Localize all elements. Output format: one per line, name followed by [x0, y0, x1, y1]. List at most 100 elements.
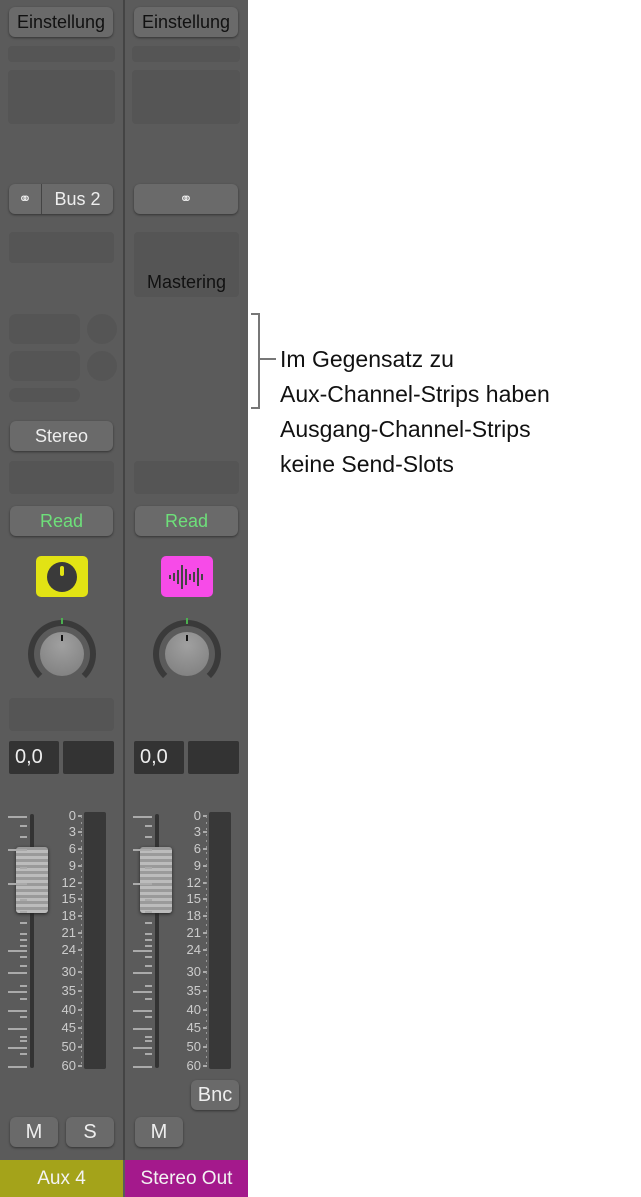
fader-tick	[20, 1053, 27, 1055]
mute-button[interactable]: M	[10, 1117, 58, 1147]
group-slot[interactable]	[9, 461, 114, 494]
fader-tick	[145, 899, 152, 901]
meter-dot	[206, 858, 207, 860]
meter-dot	[81, 990, 82, 992]
peak-display[interactable]	[188, 741, 239, 774]
fader-tick	[133, 883, 152, 885]
meter-dot	[206, 942, 207, 944]
meter-scale-label: 18	[186, 908, 201, 923]
fader-tick	[8, 849, 27, 851]
meter-dot	[206, 990, 207, 992]
fader-tick	[20, 998, 27, 1000]
bounce-button[interactable]: Bnc	[191, 1080, 239, 1110]
mute-button[interactable]: M	[135, 1117, 183, 1147]
fader-tick	[145, 965, 152, 967]
meter-tick	[203, 1046, 207, 1048]
meter-dot	[81, 1032, 82, 1034]
meter-dot	[206, 822, 207, 824]
meter-scale-label: 30	[186, 964, 201, 979]
meter-dot	[206, 954, 207, 956]
midi-fx-slot[interactable]	[8, 70, 115, 124]
meter-tick	[78, 915, 82, 917]
solo-button[interactable]: S	[66, 1117, 114, 1147]
fader-tick	[20, 1040, 27, 1042]
pan-knob[interactable]	[28, 618, 96, 688]
meter-dot	[81, 930, 82, 932]
meter-dot	[206, 882, 207, 884]
meter-scale-label: 21	[186, 925, 201, 940]
meter-tick	[78, 932, 82, 934]
meter-dot	[206, 870, 207, 872]
pan-knob[interactable]	[153, 618, 221, 688]
input-button[interactable]: ⚭ Bus 2	[9, 184, 113, 214]
send-slot-3[interactable]	[9, 388, 80, 402]
meter-tick	[203, 915, 207, 917]
meter-dot	[206, 828, 207, 830]
peak-display[interactable]	[63, 741, 114, 774]
setting-button[interactable]: Einstellung	[134, 7, 238, 37]
meter-dot	[206, 978, 207, 980]
meter-dot	[81, 834, 82, 836]
fader-tick	[145, 933, 152, 935]
meter-dot	[81, 882, 82, 884]
meter-scale-label: 6	[193, 841, 201, 856]
meter-dot	[206, 972, 207, 974]
output-button[interactable]: Stereo	[10, 421, 113, 451]
fader-tick	[145, 998, 152, 1000]
insert-slot-mastering[interactable]: Mastering	[134, 232, 239, 297]
stereo-link-icon[interactable]: ⚭	[134, 184, 238, 214]
volume-display[interactable]: 0,0	[134, 741, 184, 774]
eq-slot[interactable]	[132, 46, 240, 62]
meter-dot	[206, 894, 207, 896]
send-slot-2[interactable]	[9, 351, 80, 381]
fader-tick	[20, 985, 27, 987]
meter-dot	[81, 894, 82, 896]
meter-dot	[81, 978, 82, 980]
setting-button[interactable]: Einstellung	[9, 7, 113, 37]
volume-fader[interactable]	[140, 847, 172, 913]
annotation-line-3: Ausgang-Channel-Strips	[280, 416, 531, 442]
meter-tick	[203, 831, 207, 833]
waveform-icon[interactable]	[161, 556, 213, 597]
automation-button[interactable]: Read	[10, 506, 113, 536]
meter-dot	[81, 816, 82, 818]
fader-tick	[20, 933, 27, 935]
meter-scale-label: 35	[61, 983, 76, 998]
meter-dot	[206, 948, 207, 950]
fader-tick	[145, 1016, 152, 1018]
fader-tick	[20, 867, 27, 869]
meter-dot	[81, 876, 82, 878]
meter-scale-label: 18	[61, 908, 76, 923]
channel-name[interactable]: Aux 4	[0, 1160, 123, 1197]
send-knob-2[interactable]	[87, 351, 117, 381]
meter-dot	[206, 930, 207, 932]
eq-slot[interactable]	[8, 46, 115, 62]
fader-tick	[133, 849, 152, 851]
meter-scale-label: 40	[186, 1002, 201, 1017]
meter-dot	[206, 1062, 207, 1064]
meter-dot	[81, 1062, 82, 1064]
meter-dot	[81, 972, 82, 974]
fader-tick	[20, 939, 27, 941]
group-slot[interactable]	[134, 461, 239, 494]
send-knob-1[interactable]	[87, 314, 117, 344]
meter-dot	[81, 954, 82, 956]
fader-tick	[133, 816, 152, 818]
knob-icon[interactable]	[36, 556, 88, 597]
insert-slot[interactable]	[9, 232, 114, 263]
midi-fx-slot[interactable]	[132, 70, 240, 124]
fader-tick	[133, 991, 152, 993]
meter-dot	[81, 1038, 82, 1040]
meter-dot	[81, 1026, 82, 1028]
meter-dot	[81, 900, 82, 902]
meter-dot	[81, 912, 82, 914]
fader-tick	[8, 950, 27, 952]
meter-dot	[81, 822, 82, 824]
volume-display[interactable]: 0,0	[9, 741, 59, 774]
send-slot-1[interactable]	[9, 314, 80, 344]
automation-button[interactable]: Read	[135, 506, 238, 536]
meter-scale-label: 45	[61, 1020, 76, 1035]
volume-fader[interactable]	[16, 847, 48, 913]
meter-dot	[81, 942, 82, 944]
channel-name[interactable]: Stereo Out	[125, 1160, 248, 1197]
